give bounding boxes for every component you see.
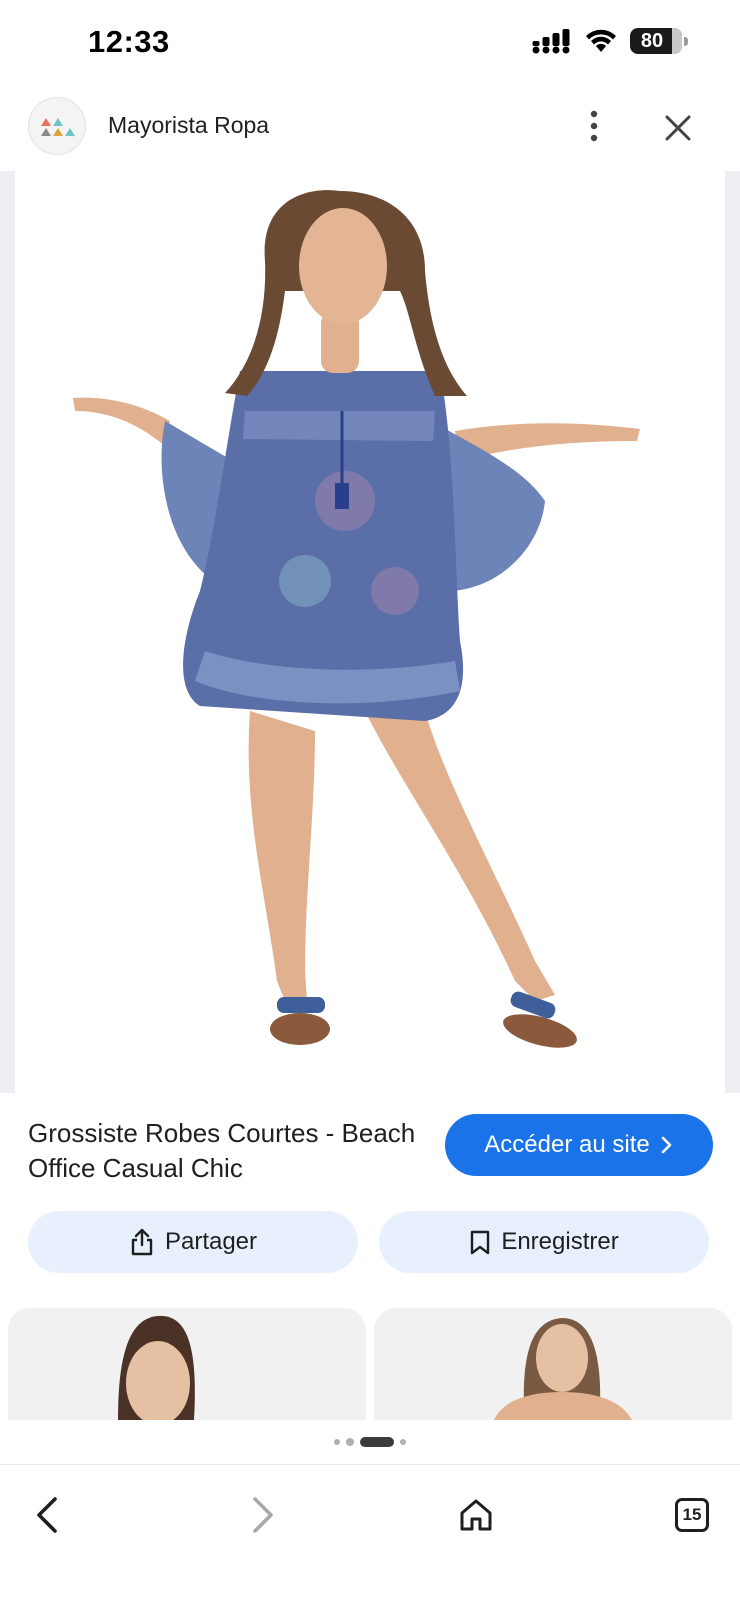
pager-dot-active[interactable]	[360, 1437, 394, 1447]
carousel-pager	[0, 1430, 740, 1454]
chevron-left-icon	[37, 1497, 57, 1533]
related-image-thumbnail[interactable]	[8, 1308, 366, 1420]
back-button[interactable]	[18, 1485, 78, 1545]
pager-dot[interactable]	[400, 1439, 406, 1445]
result-title[interactable]: Grossiste Robes Courtes - Beach Office C…	[28, 1116, 428, 1186]
close-icon	[665, 115, 691, 141]
visit-site-button[interactable]: Accéder au site	[445, 1114, 713, 1176]
chevron-right-icon	[253, 1497, 273, 1533]
share-label: Partager	[164, 1228, 258, 1255]
more-vert-icon	[590, 110, 598, 142]
status-time: 12:33	[88, 24, 170, 59]
model-in-dress-illustration	[73, 190, 640, 1048]
status-icons: 80	[532, 28, 688, 54]
save-label: Enregistrer	[501, 1228, 619, 1255]
visit-site-label: Accéder au site	[484, 1131, 650, 1158]
home-button[interactable]	[446, 1485, 506, 1545]
viewer-header: Mayorista Ropa	[0, 90, 740, 170]
logo-triangles-icon	[41, 118, 75, 136]
share-button[interactable]: Partager	[28, 1211, 358, 1273]
thumbnail-model-illustration	[118, 1315, 195, 1420]
browser-bottom-nav: 15	[0, 1464, 740, 1600]
chevron-right-icon	[661, 1136, 672, 1154]
wifi-icon	[586, 29, 616, 52]
thumbnail-model-illustration	[494, 1318, 632, 1420]
site-logo-icon[interactable]	[28, 97, 86, 155]
bookmark-icon	[471, 1230, 490, 1255]
home-icon	[460, 1499, 492, 1531]
status-bar: 12:33 80	[0, 0, 740, 88]
site-name[interactable]: Mayorista Ropa	[108, 112, 269, 139]
image-edge-left	[0, 171, 15, 1093]
forward-button[interactable]	[232, 1485, 292, 1545]
save-button[interactable]: Enregistrer	[379, 1211, 709, 1273]
share-icon	[131, 1228, 153, 1256]
pager-dot[interactable]	[334, 1439, 340, 1445]
battery-level: 80	[640, 29, 664, 52]
related-image-thumbnail[interactable]	[374, 1308, 732, 1420]
screen: 12:33 80 Mayorista Ropa Grossiste Robes …	[0, 0, 740, 1600]
battery-icon: 80	[630, 28, 688, 54]
image-edge-right	[725, 171, 740, 1093]
pager-dot[interactable]	[346, 1438, 354, 1446]
close-button[interactable]	[658, 108, 698, 148]
signal-icon	[532, 29, 570, 54]
tabs-button[interactable]: 15	[662, 1485, 722, 1545]
tabs-count: 15	[675, 1498, 709, 1532]
more-options-button[interactable]	[576, 108, 612, 144]
product-image[interactable]	[15, 171, 725, 1093]
